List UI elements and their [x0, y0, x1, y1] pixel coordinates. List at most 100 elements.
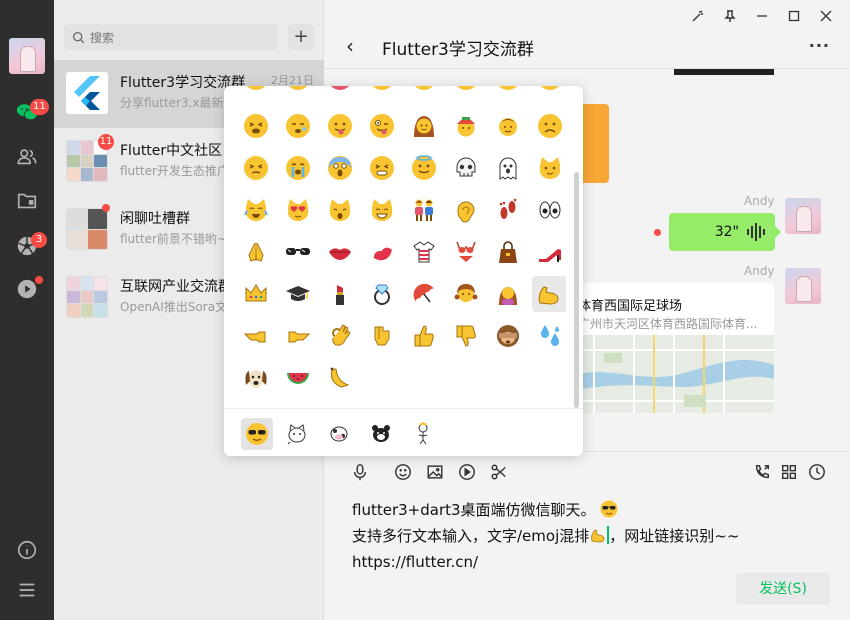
couple-emoji[interactable]: [406, 192, 442, 228]
tired-emoji[interactable]: [238, 108, 274, 144]
tongue-emoji[interactable]: [322, 108, 358, 144]
info-icon[interactable]: [15, 538, 39, 562]
menu-icon[interactable]: [15, 578, 39, 602]
close-icon[interactable]: [810, 6, 842, 26]
emoji-cell[interactable]: [406, 86, 442, 96]
emoji-cell[interactable]: [532, 86, 566, 96]
message-editor[interactable]: flutter3+dart3桌面端仿微信聊天。 支持多行文本输入，文字/emoj…: [352, 497, 822, 575]
grad-cap-emoji[interactable]: [280, 276, 316, 312]
skull-emoji[interactable]: [448, 150, 484, 186]
emoji-cell[interactable]: [448, 86, 484, 96]
point-right-emoji[interactable]: [280, 318, 316, 354]
worried-emoji[interactable]: [532, 108, 566, 144]
thumbs-up-emoji[interactable]: [406, 318, 442, 354]
emoji-cell[interactable]: [364, 86, 400, 96]
search-input[interactable]: 搜索: [64, 24, 278, 50]
back-button[interactable]: ‹: [346, 34, 354, 58]
lipstick-emoji[interactable]: [322, 276, 358, 312]
sticker-figure-tab[interactable]: [407, 418, 439, 450]
footprints-emoji[interactable]: [490, 192, 526, 228]
play-icon[interactable]: [457, 462, 477, 482]
emoji-tab-bar: [224, 408, 583, 456]
image-icon[interactable]: [425, 462, 445, 482]
apps-icon[interactable]: [779, 462, 799, 482]
heel-emoji[interactable]: [532, 234, 566, 270]
tired-grin-emoji[interactable]: [364, 150, 400, 186]
sunglasses-emoji[interactable]: [280, 234, 316, 270]
scissors-icon[interactable]: [489, 462, 509, 482]
cat-weary-emoji[interactable]: [322, 192, 358, 228]
sob-emoji[interactable]: [280, 150, 316, 186]
watermelon-emoji[interactable]: [280, 360, 316, 396]
sender-avatar[interactable]: [785, 198, 821, 234]
cat-joy-emoji[interactable]: [238, 192, 274, 228]
point-left-emoji-icon: [243, 331, 266, 343]
boy-emoji[interactable]: [490, 108, 526, 144]
ok-hand-emoji[interactable]: [322, 318, 358, 354]
minimize-icon[interactable]: [746, 6, 778, 26]
my-avatar[interactable]: [9, 38, 45, 74]
call-icon[interactable]: [752, 462, 772, 482]
ring-emoji[interactable]: [364, 276, 400, 312]
emoji-face-tab[interactable]: [241, 418, 273, 450]
woman-raise-emoji[interactable]: [490, 276, 526, 312]
muscle-emoji[interactable]: [532, 276, 566, 312]
location-card[interactable]: 体育西国际足球场 广州市天河区体育西路国际体育...: [574, 283, 774, 413]
bikini-emoji[interactable]: [448, 234, 484, 270]
send-button[interactable]: 发送(S): [736, 573, 830, 605]
woman-emoji[interactable]: [406, 108, 442, 144]
dog-emoji[interactable]: [238, 360, 274, 396]
sleepy-emoji[interactable]: [280, 108, 316, 144]
sticker-cat-tab[interactable]: [281, 418, 313, 450]
sender-avatar[interactable]: [785, 268, 821, 304]
cat-emoji[interactable]: [532, 150, 566, 186]
magic-pin-icon[interactable]: [682, 6, 714, 26]
ear-emoji[interactable]: [448, 192, 484, 228]
more-button[interactable]: ···: [809, 36, 830, 55]
emoji-cell[interactable]: [322, 86, 358, 96]
ghost-emoji[interactable]: [490, 150, 526, 186]
girl-emoji[interactable]: [448, 276, 484, 312]
kiss-mark-emoji[interactable]: [364, 234, 400, 270]
emoji-cell[interactable]: [238, 86, 274, 96]
image-message[interactable]: [674, 69, 774, 75]
history-clock-icon[interactable]: [807, 462, 827, 482]
group-avatar: [66, 276, 108, 318]
sweat-drops-emoji[interactable]: [532, 318, 566, 354]
maximize-icon[interactable]: [778, 6, 810, 26]
thumbs-down-emoji-icon: [456, 325, 476, 347]
umbrella-emoji[interactable]: [406, 276, 442, 312]
point-left-emoji[interactable]: [238, 318, 274, 354]
crazy-emoji[interactable]: [364, 108, 400, 144]
emoji-cell[interactable]: [490, 86, 526, 96]
girl-emoji-icon: [454, 284, 478, 302]
banana-emoji[interactable]: [322, 360, 358, 396]
cat-smile-emoji[interactable]: [364, 192, 400, 228]
favorites-folder-icon[interactable]: [15, 189, 39, 213]
thumbs-down-emoji[interactable]: [448, 318, 484, 354]
handbag-emoji[interactable]: [490, 234, 526, 270]
voice-message[interactable]: 32": [669, 213, 781, 251]
sticker-cow-tab[interactable]: [323, 418, 355, 450]
thumb-point-emoji[interactable]: [364, 318, 400, 354]
crown-emoji[interactable]: [238, 276, 274, 312]
emoji-cell[interactable]: [280, 86, 316, 96]
sticker-bear-tab[interactable]: [365, 418, 397, 450]
smile-icon[interactable]: [393, 462, 413, 482]
pushpin-icon[interactable]: [714, 6, 746, 26]
cat-joy-emoji-icon: [244, 199, 268, 221]
cat-heart-emoji[interactable]: [280, 192, 316, 228]
boy-cap-emoji[interactable]: [448, 108, 484, 144]
see-no-evil-emoji[interactable]: [490, 318, 526, 354]
halo-emoji[interactable]: [406, 150, 442, 186]
scream-emoji[interactable]: [322, 150, 358, 186]
emoji-scrollbar[interactable]: [574, 172, 579, 408]
contacts-icon[interactable]: [15, 145, 39, 169]
add-button[interactable]: +: [288, 24, 314, 50]
lips-emoji[interactable]: [322, 234, 358, 270]
mic-icon[interactable]: [350, 462, 370, 482]
shirt-emoji[interactable]: [406, 234, 442, 270]
pray-emoji[interactable]: [238, 234, 274, 270]
eyes-emoji[interactable]: [532, 192, 566, 228]
persevere-emoji[interactable]: [238, 150, 274, 186]
